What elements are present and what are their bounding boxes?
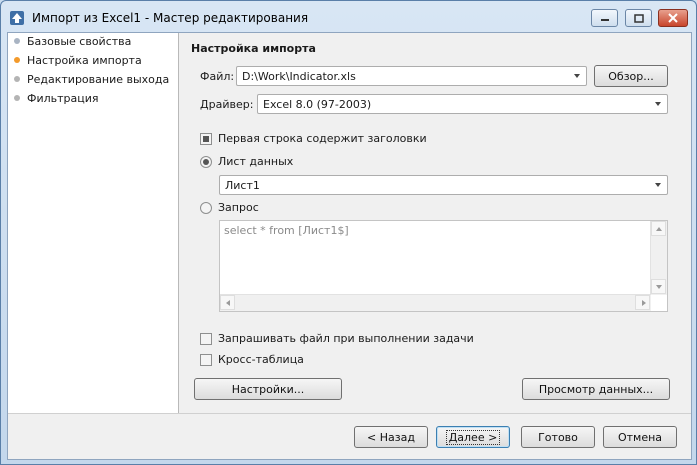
scroll-left-button[interactable] bbox=[220, 295, 235, 310]
sidebar-item-label: Настройка импорта bbox=[27, 53, 142, 67]
sidebar-item-label: Базовые свойства bbox=[27, 34, 132, 48]
title-bar[interactable]: Импорт из Excel1 - Мастер редактирования bbox=[1, 1, 696, 34]
sheet-value: Лист1 bbox=[225, 179, 260, 192]
arrow-right-icon bbox=[642, 300, 646, 306]
window-title: Импорт из Excel1 - Мастер редактирования bbox=[32, 11, 309, 25]
cancel-button-label: Отмена bbox=[617, 430, 663, 444]
settings-button[interactable]: Настройки... bbox=[194, 378, 342, 400]
query-radio-label: Запрос bbox=[218, 201, 259, 214]
step-dot-icon bbox=[14, 57, 20, 63]
step-dot-icon bbox=[14, 38, 20, 44]
file-label: Файл: bbox=[200, 70, 235, 83]
ask-file-label: Запрашивать файл при выполнении задачи bbox=[218, 332, 474, 345]
query-horizontal-scrollbar[interactable] bbox=[220, 294, 651, 311]
sidebar-item-label: Редактирование выхода bbox=[27, 72, 170, 86]
chevron-down-icon bbox=[574, 74, 580, 78]
sidebar-item-filtering[interactable]: Фильтрация bbox=[14, 90, 99, 106]
cross-table-checkbox[interactable] bbox=[200, 354, 212, 366]
browse-button-label: Обзор... bbox=[608, 69, 654, 83]
driver-combo[interactable]: Excel 8.0 (97-2003) bbox=[257, 94, 668, 114]
close-button[interactable] bbox=[658, 9, 688, 27]
finish-button-label: Готово bbox=[538, 430, 578, 444]
back-button-label: < Назад bbox=[367, 430, 415, 444]
file-path-value: D:\Work\Indicator.xls bbox=[242, 70, 356, 83]
query-vertical-scrollbar[interactable] bbox=[650, 221, 667, 295]
settings-button-label: Настройки... bbox=[231, 382, 305, 396]
driver-value: Excel 8.0 (97-2003) bbox=[263, 98, 372, 111]
step-dot-icon bbox=[14, 95, 20, 101]
section-title: Настройка импорта bbox=[191, 42, 316, 55]
app-upload-icon bbox=[10, 11, 24, 25]
scroll-up-button[interactable] bbox=[651, 221, 666, 236]
first-row-headers-checkbox[interactable] bbox=[200, 133, 212, 145]
step-dot-icon bbox=[14, 76, 20, 82]
scroll-right-button[interactable] bbox=[635, 295, 650, 310]
preview-data-button[interactable]: Просмотр данных... bbox=[522, 378, 670, 400]
footer-divider bbox=[8, 413, 691, 414]
wizard-client-area: Базовые свойства Настройка импорта Редак… bbox=[7, 32, 692, 460]
ask-file-checkbox[interactable] bbox=[200, 333, 212, 345]
first-row-headers-label: Первая строка содержит заголовки bbox=[218, 132, 427, 145]
maximize-button[interactable] bbox=[625, 9, 652, 27]
minimize-button[interactable] bbox=[591, 9, 618, 27]
sidebar-item-basic-properties[interactable]: Базовые свойства bbox=[14, 33, 131, 49]
sidebar-item-output-editing[interactable]: Редактирование выхода bbox=[14, 71, 169, 87]
sheet-combo[interactable]: Лист1 bbox=[219, 175, 668, 195]
query-text: select * from [Лист1$] bbox=[224, 224, 349, 237]
import-settings-panel: Настройка импорта Файл: D:\Work\Indicato… bbox=[179, 33, 691, 413]
scroll-down-button[interactable] bbox=[651, 279, 666, 294]
arrow-left-icon bbox=[226, 300, 230, 306]
arrow-down-icon bbox=[656, 285, 662, 289]
cancel-button[interactable]: Отмена bbox=[603, 426, 677, 448]
next-button-label: Далее > bbox=[445, 429, 501, 445]
preview-data-button-label: Просмотр данных... bbox=[538, 382, 654, 396]
cross-table-label: Кросс-таблица bbox=[218, 353, 304, 366]
maximize-icon bbox=[633, 13, 644, 23]
browse-button[interactable]: Обзор... bbox=[594, 65, 668, 87]
driver-label: Драйвер: bbox=[200, 98, 254, 111]
wizard-window: Импорт из Excel1 - Мастер редактирования… bbox=[0, 0, 697, 465]
close-icon bbox=[668, 13, 678, 23]
query-radio[interactable] bbox=[200, 202, 212, 214]
sheet-radio-label: Лист данных bbox=[218, 155, 294, 168]
query-textarea[interactable]: select * from [Лист1$] bbox=[219, 220, 668, 312]
minimize-icon bbox=[600, 19, 609, 21]
chevron-down-icon bbox=[655, 183, 661, 187]
back-button[interactable]: < Назад bbox=[354, 426, 428, 448]
file-path-combo[interactable]: D:\Work\Indicator.xls bbox=[236, 66, 587, 86]
sheet-radio[interactable] bbox=[200, 156, 212, 168]
finish-button[interactable]: Готово bbox=[521, 426, 595, 448]
sidebar-item-import-settings[interactable]: Настройка импорта bbox=[14, 52, 142, 68]
next-button[interactable]: Далее > bbox=[436, 426, 510, 448]
wizard-steps-sidebar: Базовые свойства Настройка импорта Редак… bbox=[8, 33, 179, 413]
chevron-down-icon bbox=[655, 102, 661, 106]
sidebar-item-label: Фильтрация bbox=[27, 91, 99, 105]
arrow-up-icon bbox=[656, 227, 662, 231]
